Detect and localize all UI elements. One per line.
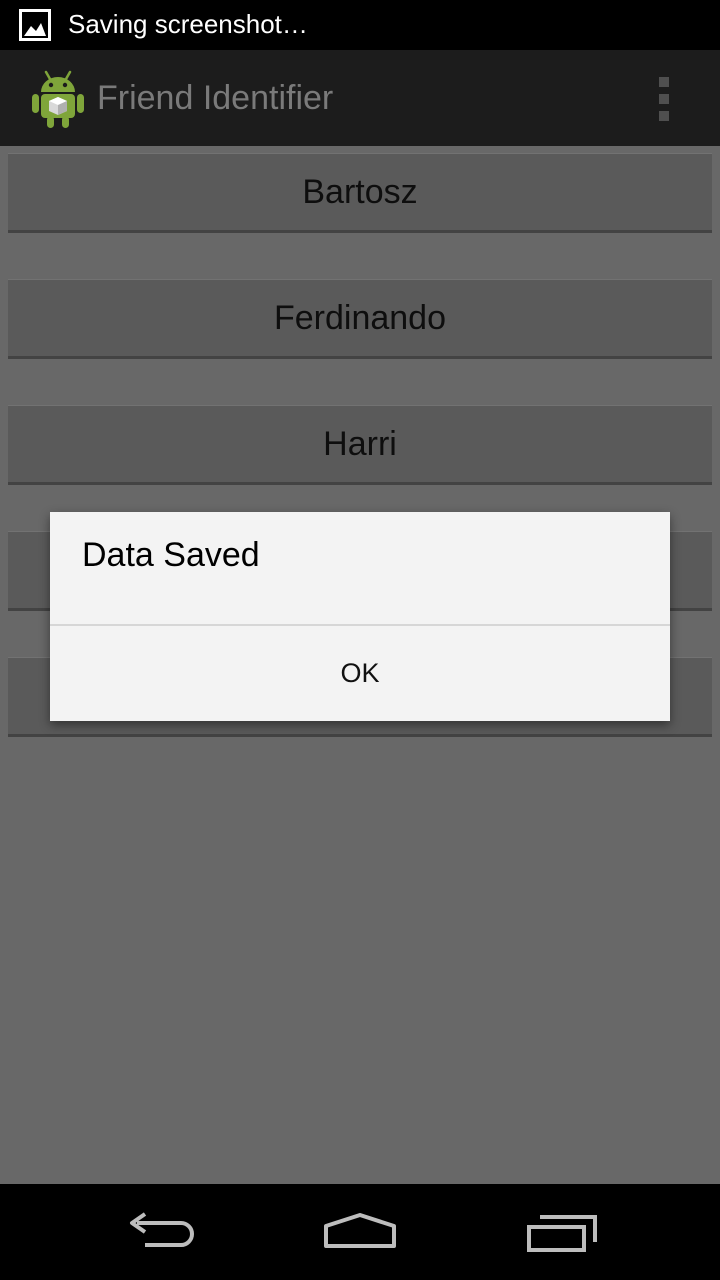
friend-button-bartosz[interactable]: Bartosz <box>8 153 712 233</box>
recent-apps-icon[interactable] <box>518 1202 608 1262</box>
image-icon <box>19 9 51 41</box>
navigation-bar <box>0 1184 720 1280</box>
action-bar: Friend Identifier <box>0 50 720 146</box>
dialog-message: Data Saved <box>82 536 260 574</box>
overflow-menu-button[interactable] <box>640 72 688 126</box>
friend-button-harri[interactable]: Harri <box>8 405 712 485</box>
ok-button[interactable]: OK <box>50 626 670 721</box>
home-icon[interactable] <box>315 1202 405 1262</box>
screen: Saving screenshot… Friend Identifier Bar <box>0 0 720 1280</box>
friend-button-ferdinando[interactable]: Ferdinando <box>8 279 712 359</box>
status-bar: Saving screenshot… <box>0 0 720 50</box>
overflow-menu-icon <box>659 77 669 87</box>
back-icon[interactable] <box>115 1202 205 1262</box>
data-saved-dialog: Data Saved OK <box>50 512 670 721</box>
app-title: Friend Identifier <box>97 79 334 117</box>
android-robot-icon[interactable] <box>30 68 86 130</box>
status-notification-text: Saving screenshot… <box>68 9 308 39</box>
